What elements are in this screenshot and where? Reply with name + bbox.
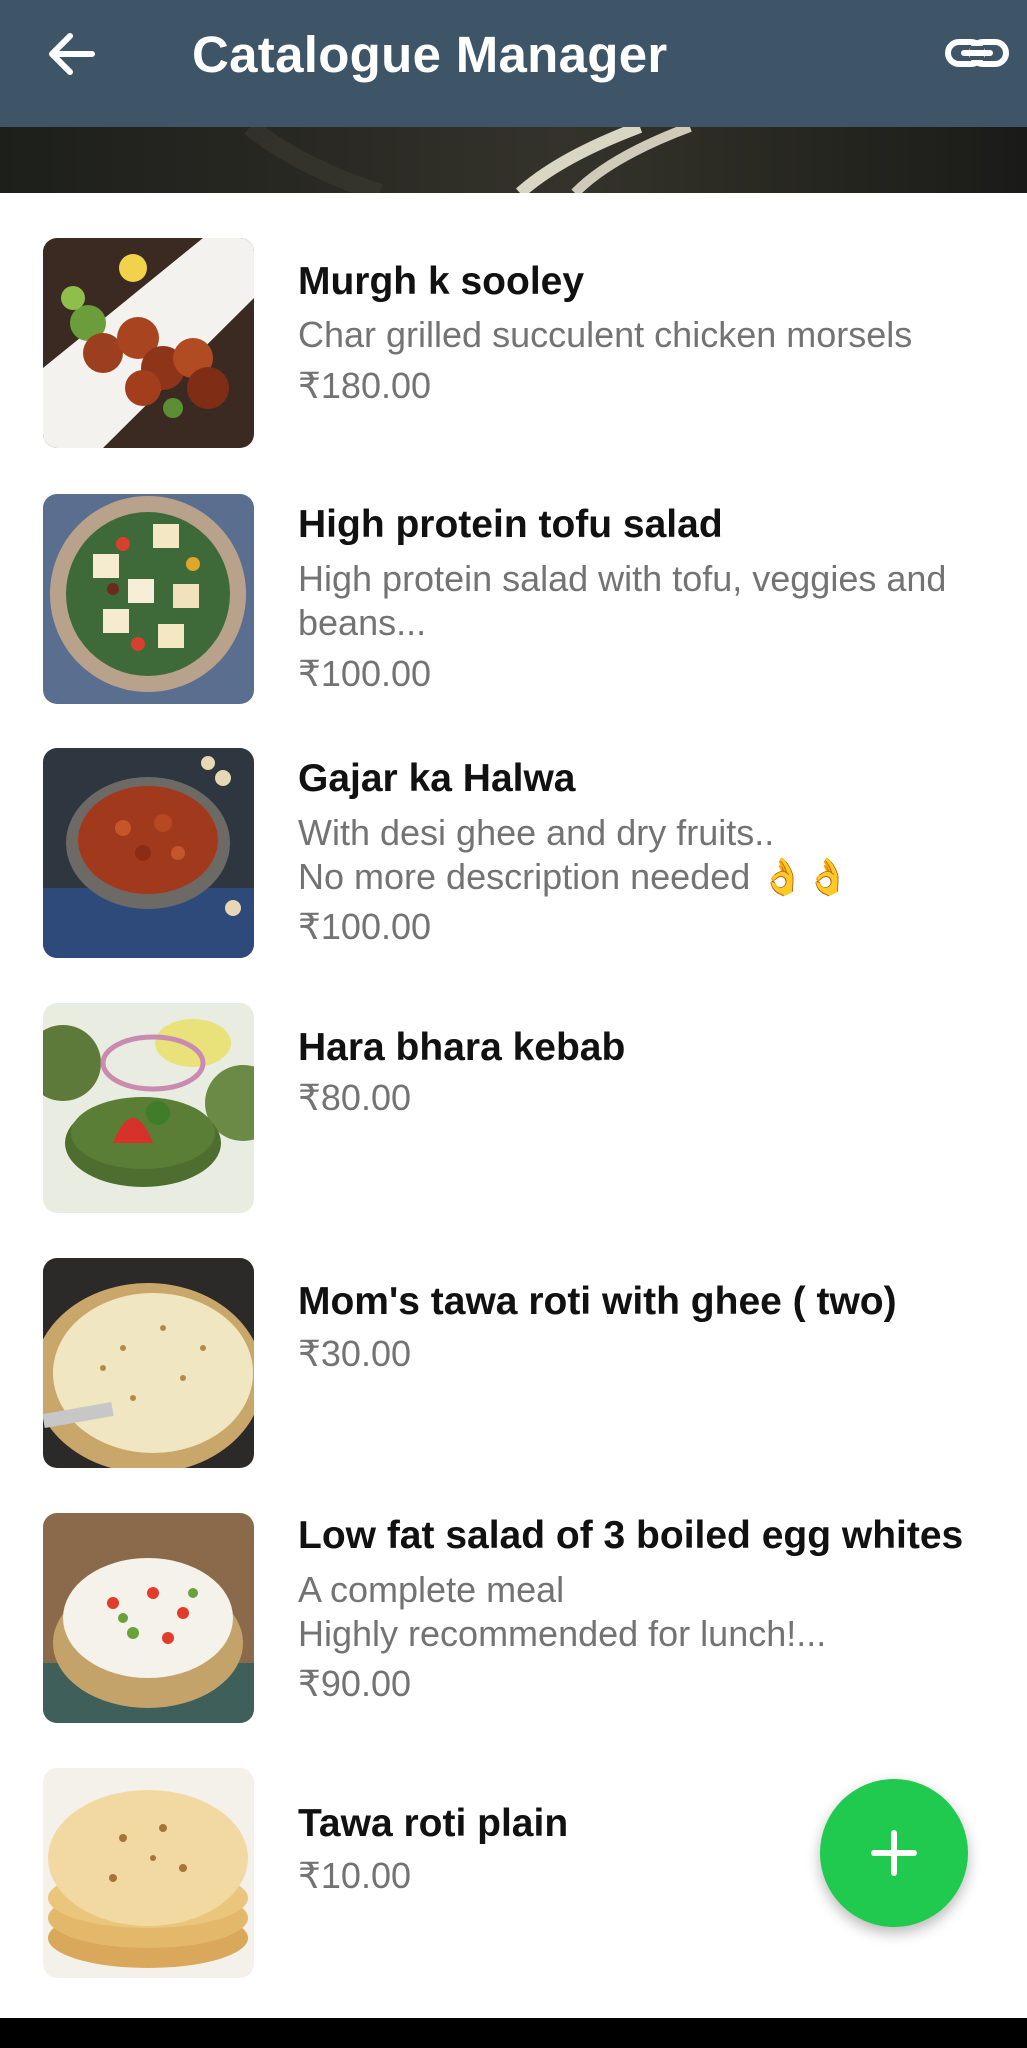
product-image <box>43 1513 254 1723</box>
product-image <box>43 1768 254 1978</box>
add-product-button[interactable] <box>820 1779 968 1927</box>
list-item[interactable]: Murgh k sooley Char grilled succulent ch… <box>0 193 1027 449</box>
product-price: ₹80.00 <box>298 1077 411 1118</box>
product-description-line2: No more description needed 👌👌 <box>298 856 850 897</box>
product-name: Gajar ka Halwa <box>298 757 576 800</box>
share-link-button[interactable] <box>942 26 1012 86</box>
product-image <box>43 748 254 958</box>
product-description-line2: beans... <box>298 602 427 643</box>
product-price: ₹180.00 <box>298 365 432 406</box>
product-name: Tawa roti plain <box>298 1802 569 1845</box>
product-price: ₹100.00 <box>298 653 432 694</box>
plus-icon <box>871 1830 917 1876</box>
app-bar: Catalogue Manager <box>0 0 1027 127</box>
product-name: Low fat salad of 3 boiled egg whites <box>298 1514 964 1557</box>
link-icon <box>945 39 1009 67</box>
page-title: Catalogue Manager <box>192 26 668 83</box>
product-description: Char grilled succulent chicken morsels <box>298 314 913 355</box>
product-image <box>43 1003 254 1213</box>
product-image <box>43 1258 254 1468</box>
list-item[interactable]: High protein tofu salad High protein sal… <box>0 449 1027 705</box>
list-item[interactable]: Gajar ka Halwa With desi ghee and dry fr… <box>0 705 1027 961</box>
cover-banner <box>0 127 1027 193</box>
product-image <box>43 238 254 448</box>
system-nav-bar <box>0 2018 1027 2048</box>
product-name: High protein tofu salad <box>298 503 723 546</box>
product-description: A complete meal <box>298 1569 565 1610</box>
product-price: ₹90.00 <box>298 1663 411 1704</box>
product-price: ₹30.00 <box>298 1333 411 1374</box>
product-price: ₹10.00 <box>298 1855 411 1896</box>
product-name: Hara bhara kebab <box>298 1026 626 1069</box>
product-image <box>43 494 254 704</box>
list-item[interactable]: Low fat salad of 3 boiled egg whites A c… <box>0 1472 1027 1727</box>
product-price: ₹100.00 <box>298 906 432 947</box>
list-item[interactable]: Mom's tawa roti with ghee ( two) ₹30.00 <box>0 1216 1027 1472</box>
product-description: High protein salad with tofu, veggies an… <box>298 558 947 599</box>
list-item[interactable]: Hara bhara kebab ₹80.00 <box>0 961 1027 1216</box>
back-button[interactable] <box>40 26 110 86</box>
product-name: Murgh k sooley <box>298 260 585 303</box>
product-description: With desi ghee and dry fruits.. <box>298 812 775 853</box>
product-name: Mom's tawa roti with ghee ( two) <box>298 1280 897 1323</box>
arrow-left-icon <box>49 33 95 75</box>
product-description-line2: Highly recommended for lunch!... <box>298 1613 827 1654</box>
